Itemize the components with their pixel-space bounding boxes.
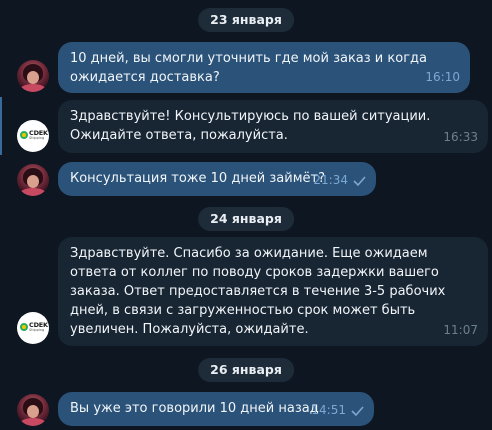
cdek-avatar[interactable]: CDEK Shipping — [17, 312, 49, 344]
message-bubble-incoming[interactable]: Здравствуйте! Консультируюсь по вашей си… — [58, 100, 488, 153]
message-bubble-outgoing[interactable]: Вы уже это говорили 10 дней назад 14:51 — [58, 392, 374, 426]
message-bubble-outgoing[interactable]: 10 дней, вы смогли уточнить где мой зака… — [58, 42, 470, 93]
message-time: 16:33 — [443, 130, 478, 144]
user-avatar[interactable] — [17, 164, 49, 196]
message-meta: 16:33 — [443, 128, 478, 147]
chat-history[interactable]: 23 января 10 дней, вы смогли уточнить гд… — [0, 0, 492, 430]
date-separator: 23 января — [198, 8, 294, 32]
read-check-icon — [353, 175, 366, 186]
message-text: 10 дней, вы смогли уточнить где мой зака… — [70, 51, 427, 85]
user-avatar[interactable] — [17, 394, 49, 426]
message-meta: 11:07 — [443, 321, 478, 340]
message-time: 16:10 — [425, 70, 460, 84]
message-text: Здравствуйте. Спасибо за ожидание. Еще о… — [70, 246, 446, 337]
read-check-icon — [351, 405, 364, 416]
message-meta: 14:51 — [311, 401, 364, 420]
cdek-avatar[interactable]: CDEK Shipping — [17, 120, 49, 152]
message-meta: 16:10 — [425, 68, 460, 87]
user-avatar[interactable] — [17, 60, 49, 92]
date-separator: 24 января — [198, 207, 294, 231]
message-time: 11:07 — [443, 323, 478, 337]
unread-marker — [0, 97, 2, 155]
cdek-logo-icon: CDEK Shipping — [20, 129, 48, 143]
cdek-logo-icon: CDEK Shipping — [20, 321, 48, 335]
message-time: 14:51 — [311, 403, 346, 417]
message-bubble-incoming[interactable]: Здравствуйте. Спасибо за ожидание. Еще о… — [58, 237, 488, 346]
message-text: Здравствуйте! Консультируюсь по вашей си… — [70, 109, 431, 143]
message-meta: 21:34 — [313, 171, 366, 190]
message-bubble-outgoing[interactable]: Консультация тоже 10 дней займёт? 21:34 — [58, 162, 376, 196]
message-time: 21:34 — [313, 173, 348, 187]
date-separator: 26 января — [198, 358, 294, 382]
